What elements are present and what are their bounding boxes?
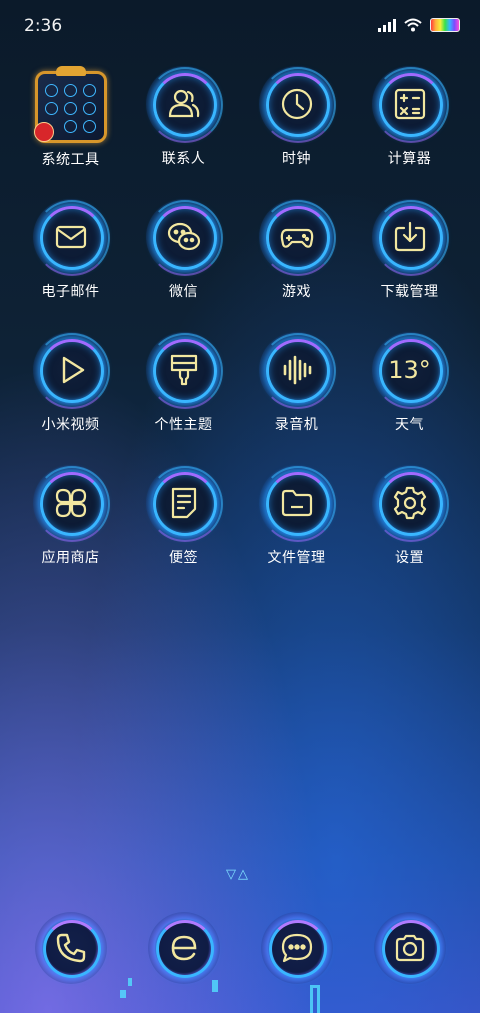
browser-icon — [171, 935, 196, 961]
play-icon — [62, 356, 84, 384]
app-settings[interactable]: 设置 — [353, 465, 466, 567]
wifi-icon — [404, 18, 422, 32]
status-icons — [378, 18, 460, 32]
app-label: 下载管理 — [380, 284, 439, 300]
calculator-icon — [394, 88, 425, 120]
app-label: 联系人 — [161, 151, 206, 167]
app-system-tools[interactable]: 系统工具 — [14, 66, 127, 169]
app-label: 游戏 — [282, 284, 311, 300]
app-notes[interactable]: 便签 — [127, 465, 240, 567]
download-icon — [394, 221, 425, 252]
camera-icon — [395, 934, 424, 962]
wechat-icon — [167, 222, 200, 251]
app-store[interactable]: 应用商店 — [14, 465, 127, 567]
status-bar: 2:36 — [0, 0, 480, 52]
app-file-manager[interactable]: 文件管理 — [240, 465, 353, 567]
status-time: 2:36 — [24, 16, 63, 36]
app-weather[interactable]: 13° 天气 — [353, 332, 466, 434]
dock-messages[interactable] — [240, 912, 353, 984]
contacts-icon — [168, 89, 199, 118]
app-label: 天气 — [395, 417, 424, 433]
phone-icon — [56, 933, 85, 963]
sound-wave-icon — [283, 355, 311, 385]
app-games[interactable]: 游戏 — [240, 199, 353, 301]
dock-browser[interactable] — [127, 912, 240, 984]
folder-file-icon — [281, 489, 312, 517]
gear-icon — [393, 486, 426, 520]
dock-camera[interactable] — [353, 912, 466, 984]
message-icon — [281, 933, 312, 963]
app-store-icon — [55, 488, 86, 518]
app-label: 电子邮件 — [41, 284, 100, 300]
app-label: 小米视频 — [41, 417, 100, 433]
app-mi-video[interactable]: 小米视频 — [14, 332, 127, 434]
weather-icon: 13° — [388, 356, 431, 384]
app-calculator[interactable]: 计算器 — [353, 66, 466, 168]
clock-icon — [281, 88, 312, 120]
app-label: 文件管理 — [267, 550, 326, 566]
app-label: 设置 — [395, 550, 424, 566]
notes-icon — [171, 487, 196, 519]
app-contacts[interactable]: 联系人 — [127, 66, 240, 168]
app-email[interactable]: 电子邮件 — [14, 199, 127, 301]
mail-icon — [55, 225, 86, 249]
battery-icon — [430, 18, 460, 32]
theme-brush-icon — [170, 354, 197, 386]
app-label: 个性主题 — [154, 417, 213, 433]
dock — [0, 912, 480, 992]
dock-phone[interactable] — [14, 912, 127, 984]
app-clock[interactable]: 时钟 — [240, 66, 353, 168]
app-label: 时钟 — [282, 151, 311, 167]
app-label: 便签 — [169, 550, 198, 566]
app-label: 微信 — [169, 284, 198, 300]
folder-icon — [33, 66, 107, 143]
app-label: 录音机 — [274, 417, 319, 433]
app-label: 应用商店 — [41, 550, 100, 566]
app-downloads[interactable]: 下载管理 — [353, 199, 466, 301]
app-wechat[interactable]: 微信 — [127, 199, 240, 301]
app-themes[interactable]: 个性主题 — [127, 332, 240, 434]
page-indicator[interactable]: ▽△ — [226, 867, 250, 882]
app-label: 系统工具 — [41, 152, 100, 168]
signal-icon — [378, 18, 396, 32]
app-recorder[interactable]: 录音机 — [240, 332, 353, 434]
app-label: 计算器 — [387, 151, 432, 167]
gamepad-icon — [280, 228, 313, 248]
